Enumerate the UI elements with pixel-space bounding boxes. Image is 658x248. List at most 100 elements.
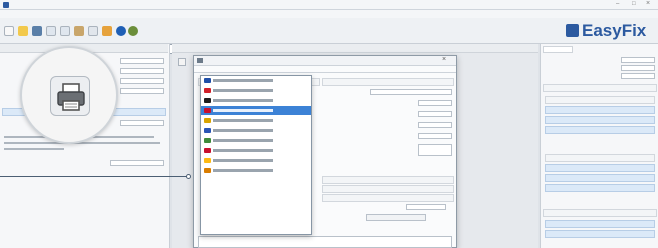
language-option-label bbox=[213, 99, 273, 102]
tab-print[interactable] bbox=[197, 67, 207, 71]
language-option-label bbox=[213, 169, 273, 172]
result-row bbox=[545, 116, 655, 124]
language-option[interactable] bbox=[201, 96, 311, 105]
toolbar: ▾ EasyFix bbox=[0, 18, 658, 54]
language-option[interactable] bbox=[201, 126, 311, 135]
left-tab-3[interactable] bbox=[146, 46, 162, 50]
export-icon[interactable] bbox=[102, 26, 112, 36]
result-select-3[interactable] bbox=[621, 73, 655, 79]
tab-log[interactable] bbox=[198, 46, 208, 50]
field-label-subject bbox=[328, 101, 342, 105]
result-select-1[interactable] bbox=[621, 57, 655, 63]
save-as-default-button[interactable] bbox=[366, 214, 426, 221]
menu-item-file[interactable] bbox=[4, 12, 14, 16]
language-dropdown[interactable] bbox=[200, 75, 312, 235]
left-tab-1[interactable] bbox=[4, 46, 30, 50]
paste-icon[interactable] bbox=[74, 26, 84, 36]
tab-drawing[interactable] bbox=[176, 46, 194, 50]
printer-small-icon bbox=[197, 58, 203, 63]
window-title bbox=[12, 2, 112, 6]
result-row-label bbox=[545, 58, 585, 62]
flag-icon bbox=[204, 148, 211, 153]
drawing-tool-icon[interactable] bbox=[178, 58, 186, 66]
open-file-icon[interactable] bbox=[18, 26, 28, 36]
field-label-name bbox=[328, 90, 342, 94]
project-section-header[interactable] bbox=[322, 78, 454, 86]
left-combo[interactable] bbox=[120, 120, 164, 126]
undo-icon[interactable] bbox=[88, 26, 98, 36]
title-bar: – □ × bbox=[0, 0, 658, 10]
maximize-button[interactable]: □ bbox=[632, 1, 636, 7]
result-row-label bbox=[545, 66, 585, 70]
menu-bar bbox=[0, 10, 658, 18]
field-label-city bbox=[328, 123, 342, 127]
close-button[interactable]: × bbox=[646, 0, 650, 7]
field-label-code bbox=[328, 134, 342, 138]
language-option-label bbox=[213, 149, 273, 152]
menu-item-about[interactable] bbox=[32, 12, 46, 16]
print-dialog-close-button[interactable]: × bbox=[442, 56, 446, 63]
printer-callout bbox=[20, 46, 118, 144]
copy-icon[interactable] bbox=[60, 26, 70, 36]
comment-textarea[interactable] bbox=[198, 236, 452, 248]
printer-icon[interactable] bbox=[50, 76, 90, 116]
field-name[interactable] bbox=[370, 89, 452, 95]
result-row bbox=[545, 106, 655, 114]
result-row bbox=[545, 174, 655, 182]
flag-icon bbox=[204, 118, 211, 123]
info-icon[interactable] bbox=[116, 26, 126, 36]
result-section-label bbox=[545, 242, 585, 246]
result-row-label bbox=[545, 74, 585, 78]
print-date-input[interactable] bbox=[406, 204, 446, 210]
section-calculations[interactable] bbox=[322, 185, 454, 193]
result-row bbox=[545, 220, 655, 228]
left-value-field[interactable] bbox=[110, 160, 164, 166]
left-field-3[interactable] bbox=[120, 78, 164, 84]
field-subject[interactable] bbox=[418, 100, 452, 106]
result-row bbox=[545, 184, 655, 192]
tab-drawing-print[interactable] bbox=[210, 67, 226, 71]
save-icon[interactable] bbox=[32, 26, 42, 36]
info-text-line bbox=[4, 142, 160, 144]
flag-icon bbox=[204, 108, 211, 113]
field-notes[interactable] bbox=[418, 144, 452, 156]
field-city[interactable] bbox=[418, 122, 452, 128]
brand-logo-icon bbox=[566, 24, 579, 37]
result-section-layer2[interactable] bbox=[545, 154, 655, 162]
print-dialog-tabs bbox=[194, 66, 456, 73]
flag-icon bbox=[204, 158, 211, 163]
left-field-2[interactable] bbox=[120, 68, 164, 74]
language-option[interactable] bbox=[201, 146, 311, 155]
flag-icon bbox=[204, 88, 211, 93]
result-row bbox=[545, 126, 655, 134]
menu-item-edit[interactable] bbox=[18, 12, 28, 16]
field-code[interactable] bbox=[418, 133, 452, 139]
flag-icon bbox=[204, 128, 211, 133]
language-option-label bbox=[213, 119, 273, 122]
result-tab[interactable] bbox=[543, 46, 573, 53]
language-option[interactable] bbox=[201, 136, 311, 145]
section-checked[interactable] bbox=[322, 194, 454, 202]
new-file-icon[interactable] bbox=[4, 26, 14, 36]
result-row bbox=[545, 164, 655, 172]
minimize-button[interactable]: – bbox=[616, 1, 619, 7]
section-organisation[interactable] bbox=[322, 176, 454, 184]
language-option[interactable] bbox=[201, 86, 311, 95]
result-section-bottom[interactable] bbox=[543, 209, 657, 217]
result-select-2[interactable] bbox=[621, 65, 655, 71]
settings-icon[interactable] bbox=[128, 26, 138, 36]
language-option[interactable] bbox=[201, 156, 311, 165]
flag-icon bbox=[204, 98, 211, 103]
left-field-4[interactable] bbox=[120, 88, 164, 94]
language-option[interactable] bbox=[201, 116, 311, 125]
language-option[interactable] bbox=[201, 76, 311, 85]
edit-icon[interactable] bbox=[46, 26, 56, 36]
print-date-label bbox=[326, 205, 346, 209]
left-tab-2[interactable] bbox=[118, 46, 138, 50]
language-option-selected[interactable] bbox=[201, 106, 311, 115]
left-field-1[interactable] bbox=[120, 58, 164, 64]
result-section-top[interactable] bbox=[543, 84, 657, 92]
result-section-layer1[interactable] bbox=[545, 96, 655, 104]
language-option[interactable] bbox=[201, 166, 311, 175]
field-street[interactable] bbox=[418, 111, 452, 117]
